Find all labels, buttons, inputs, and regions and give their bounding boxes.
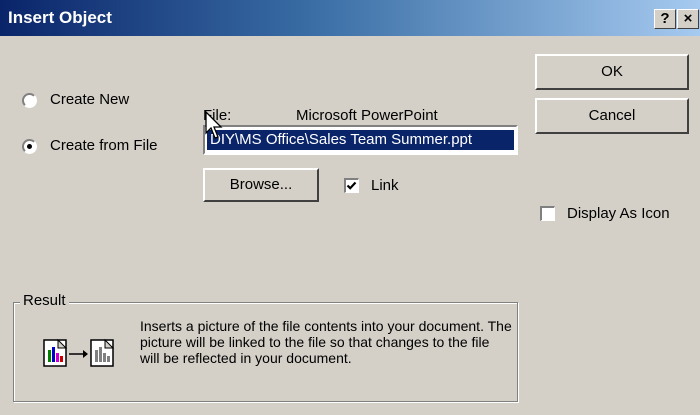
insert-object-dialog: Insert Object ? × OK Cancel Create New C… — [0, 0, 700, 415]
dialog-title: Insert Object — [8, 8, 112, 27]
linked-picture-icon — [43, 338, 123, 372]
cancel-button[interactable]: Cancel — [535, 98, 689, 134]
display-as-icon-label[interactable]: Display As Icon — [567, 205, 670, 222]
title-bar[interactable]: Insert Object ? × — [0, 0, 700, 36]
link-label[interactable]: Link — [371, 177, 399, 194]
radio-selected-dot — [27, 144, 32, 149]
browse-button[interactable]: Browse... — [203, 168, 319, 202]
ok-button[interactable]: OK — [535, 54, 689, 90]
radio-circle-create-new[interactable] — [22, 93, 37, 108]
result-description: Inserts a picture of the file contents i… — [140, 318, 512, 366]
result-group-title: Result — [20, 292, 69, 309]
browse-button-label: Browse... — [229, 176, 293, 193]
file-path-input[interactable]: DIY\MS Office\Sales Team Summer.ppt — [203, 125, 518, 155]
file-type-name: Microsoft PowerPoint — [296, 107, 438, 124]
create-from-file-label[interactable]: Create from File — [50, 137, 158, 154]
link-checkbox[interactable] — [344, 178, 359, 193]
display-as-icon-checkbox[interactable] — [540, 206, 555, 221]
mouse-pointer-icon — [205, 110, 225, 145]
create-new-label[interactable]: Create New — [50, 91, 129, 108]
close-icon[interactable]: × — [677, 9, 699, 29]
radio-circle-create-from-file[interactable] — [22, 139, 37, 154]
help-icon[interactable]: ? — [654, 9, 676, 29]
ok-button-label: OK — [601, 63, 623, 80]
file-path-selected-text: DIY\MS Office\Sales Team Summer.ppt — [207, 130, 514, 150]
checkmark-icon — [346, 181, 357, 190]
cancel-button-label: Cancel — [588, 107, 636, 124]
